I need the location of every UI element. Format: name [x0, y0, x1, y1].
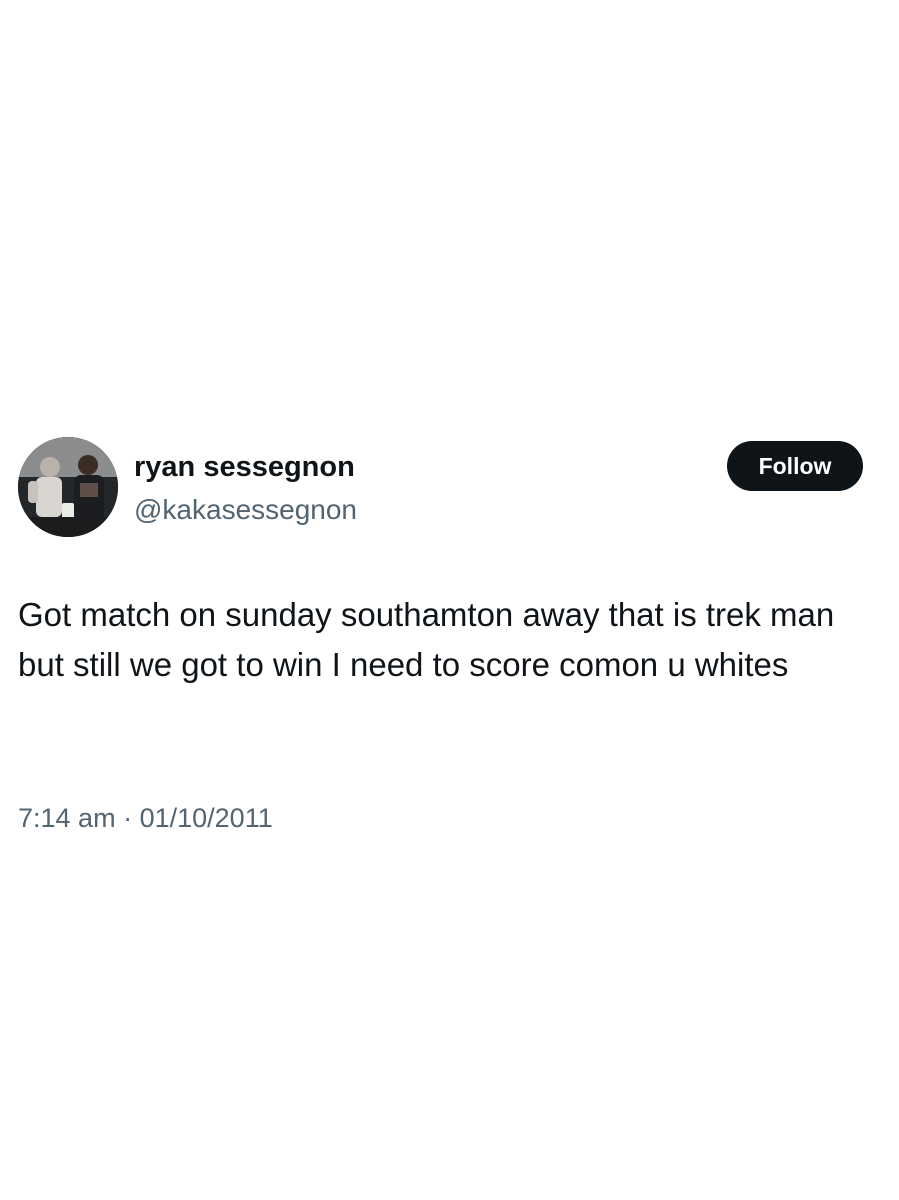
author-handle[interactable]: @kakasessegnon: [134, 493, 357, 527]
author-display-name[interactable]: ryan sessegnon: [134, 449, 355, 485]
tweet-timestamp[interactable]: 7:14 am · 01/10/2011: [18, 800, 273, 836]
profile-photo-icon: [18, 437, 118, 537]
timestamp-separator: ·: [123, 803, 133, 833]
follow-button[interactable]: Follow: [727, 441, 863, 491]
tweet-time: 7:14 am: [18, 803, 116, 833]
tweet-card: ryan sessegnon @kakasessegnon Follow Got…: [0, 0, 899, 1200]
tweet-text: Got match on sunday southamton away that…: [18, 596, 835, 683]
tweet-date: 01/10/2011: [139, 803, 273, 833]
avatar[interactable]: [18, 437, 118, 537]
